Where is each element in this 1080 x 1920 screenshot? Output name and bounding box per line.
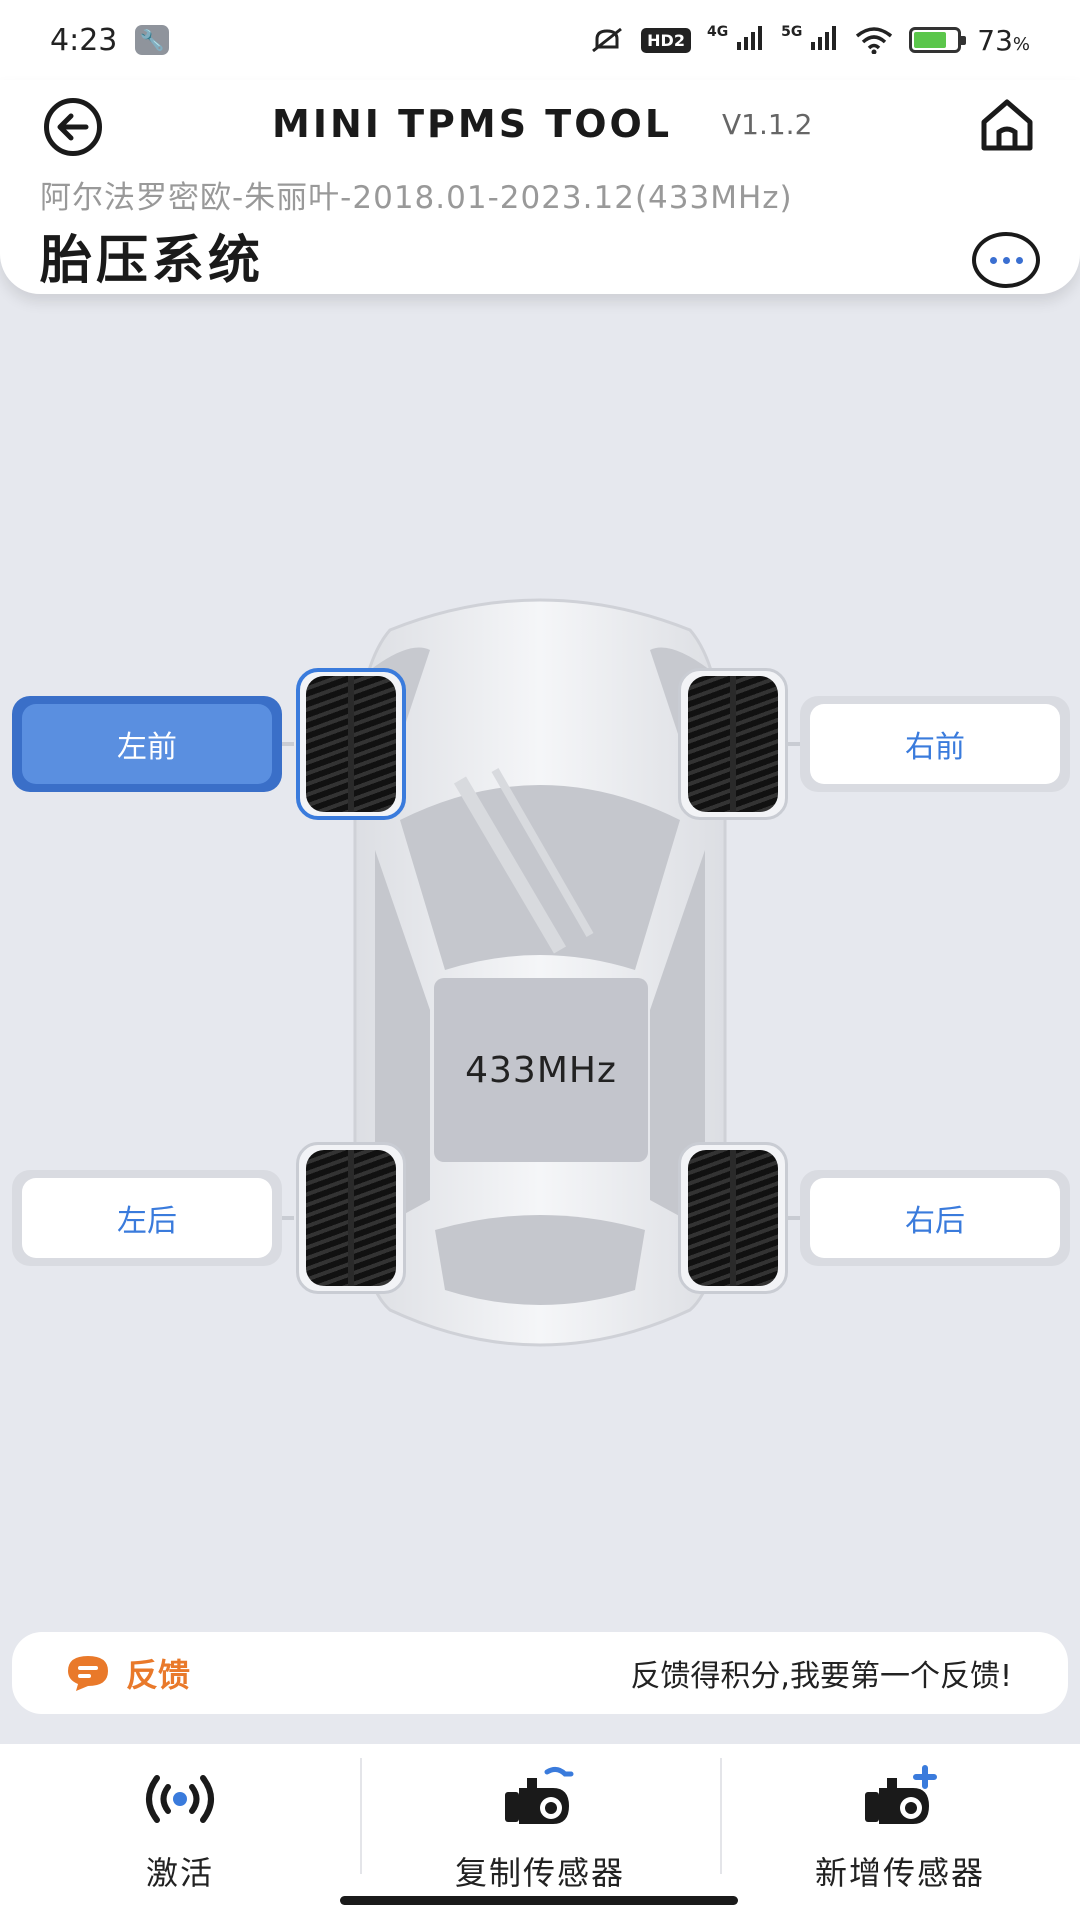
car-diagram: 433MHz 左前 右前 左后 右后 [0,560,1080,1380]
tire-label: 左前 [22,704,272,784]
nav-label: 激活 [145,1854,214,1892]
battery-percent: 73% [977,23,1030,57]
back-arrow-icon [57,113,89,141]
tire-label: 右后 [810,1178,1060,1258]
status-bar: 4:23 🔧 HD2 4G 5G 73% [0,0,1080,80]
tire-button-front-left[interactable]: 左前 [12,696,282,792]
tire-tread-icon [306,1150,396,1286]
header-card: MINI TPMS TOOL V1.1.2 阿尔法罗密欧-朱丽叶-2018.01… [0,80,1080,294]
tire-label: 左后 [22,1178,272,1258]
app-title: MINI TPMS TOOL [272,102,673,146]
back-button[interactable] [44,98,102,156]
more-options-button[interactable] [972,232,1040,288]
more-dot-icon [989,256,997,264]
nav-label: 新增传感器 [814,1854,985,1892]
wrench-icon: 🔧 [135,25,170,55]
add-sensor-icon [865,1765,937,1824]
mute-icon [592,27,623,53]
tire-button-rear-right[interactable]: 右后 [800,1170,1070,1266]
feedback-bar[interactable]: 反馈 反馈得积分,我要第一个反馈! [12,1632,1068,1714]
activate-signal-icon [146,1775,214,1823]
battery-icon [909,27,967,53]
tire-rear-left[interactable] [296,1142,406,1294]
tire-tread-icon [688,676,778,812]
hd-badge: HD2 [641,27,691,53]
tire-button-rear-left[interactable]: 左后 [12,1170,282,1266]
tire-front-right[interactable] [678,668,788,820]
feedback-prompt: 反馈得积分,我要第一个反馈! [630,1659,1012,1694]
signal-bars-icon [811,25,837,50]
more-dot-icon [1002,256,1010,264]
page-title: 胎压系统 [40,231,265,291]
signal-4g: 4G [707,24,765,57]
app-version: V1.1.2 [722,108,813,141]
feedback-label: 反馈 [126,1656,191,1694]
tire-front-left[interactable] [296,668,406,820]
frequency-display: 433MHz [434,978,648,1162]
status-right: HD2 4G 5G 73% [589,24,1030,57]
signal-5g: 5G [781,24,839,57]
tire-label: 右前 [810,704,1060,784]
net-4g-label: 4G [706,23,729,40]
copy-sensor-icon [505,1766,574,1824]
chat-bubble-icon [68,1656,108,1691]
vehicle-model-label: 阿尔法罗密欧-朱丽叶-2018.01-2023.12(433MHz) [40,180,793,216]
connector-line [280,1216,294,1220]
connector-line [280,742,294,746]
tire-button-front-right[interactable]: 右前 [800,696,1070,792]
home-icon[interactable] [976,94,1038,156]
wifi-icon [856,27,893,54]
tire-tread-icon [688,1150,778,1286]
tire-rear-right[interactable] [678,1142,788,1294]
status-time: 4:23 [50,22,118,58]
nav-activate[interactable]: 激活 [0,1744,360,1920]
signal-bars-icon [737,25,763,50]
status-left: 4:23 🔧 [50,22,170,58]
nav-label: 复制传感器 [454,1854,625,1892]
bottom-nav: 激活 复制传感器 新增传感器 [0,1744,1080,1920]
nav-add-sensor[interactable]: 新增传感器 [720,1744,1080,1920]
home-indicator[interactable] [340,1896,738,1905]
net-5g-label: 5G [781,23,803,40]
more-dot-icon [1015,256,1023,264]
tire-tread-icon [306,676,396,812]
nav-copy-sensor[interactable]: 复制传感器 [360,1744,720,1920]
